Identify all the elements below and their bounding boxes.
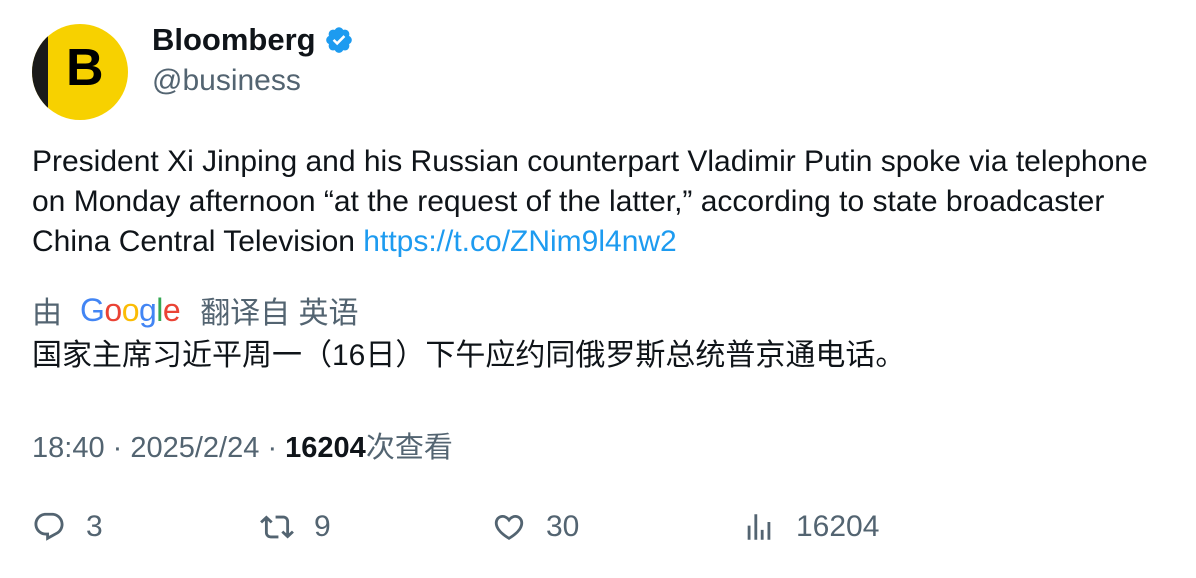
translated-text: 国家主席习近平周一（16日）下午应约同俄罗斯总统普京通电话。 [32, 339, 906, 372]
google-logo-icon: Google [80, 291, 181, 328]
retweet-icon [260, 515, 294, 539]
meta-separator: · [112, 432, 131, 464]
translation-attribution[interactable]: 由 Google 翻译自 英语 [32, 288, 359, 332]
translation-prefix: 由 [32, 297, 62, 330]
meta-separator: · [267, 432, 286, 464]
tweet-meta: 18:40 · 2025/2/24 · 16204次查看 [32, 424, 453, 466]
author-name-row: Bloomberg [152, 22, 354, 58]
translation-suffix: 翻译自 英语 [200, 297, 359, 330]
retweet-button[interactable]: 9 [260, 510, 331, 544]
view-count-label: 次查看 [365, 432, 453, 464]
views-button[interactable]: 16204 [742, 510, 879, 544]
reply-icon [34, 512, 64, 541]
like-count: 30 [546, 510, 580, 543]
retweet-count: 9 [314, 510, 331, 543]
tweet-date[interactable]: 2025/2/24 [130, 432, 259, 464]
reply-count: 3 [86, 510, 103, 543]
tweet-time[interactable]: 18:40 [32, 432, 105, 464]
analytics-icon [747, 514, 771, 540]
tweet-link[interactable]: https://t.co/ZNim9l4nw2 [363, 225, 676, 258]
heart-icon [494, 514, 524, 540]
verified-badge-icon [324, 25, 354, 55]
tweet-text: President Xi Jinping and his Russian cou… [32, 142, 1172, 262]
author-handle[interactable]: @business [152, 64, 301, 98]
reply-button[interactable]: 3 [32, 510, 103, 544]
views-count: 16204 [796, 510, 880, 543]
avatar-letter: B [66, 39, 104, 97]
author-name[interactable]: Bloomberg [152, 22, 316, 58]
avatar-shade [32, 24, 48, 120]
view-count: 16204 [285, 432, 366, 464]
avatar[interactable]: B [32, 24, 128, 120]
like-button[interactable]: 30 [492, 510, 579, 544]
action-bar: 3 9 30 16204 [32, 510, 1172, 560]
